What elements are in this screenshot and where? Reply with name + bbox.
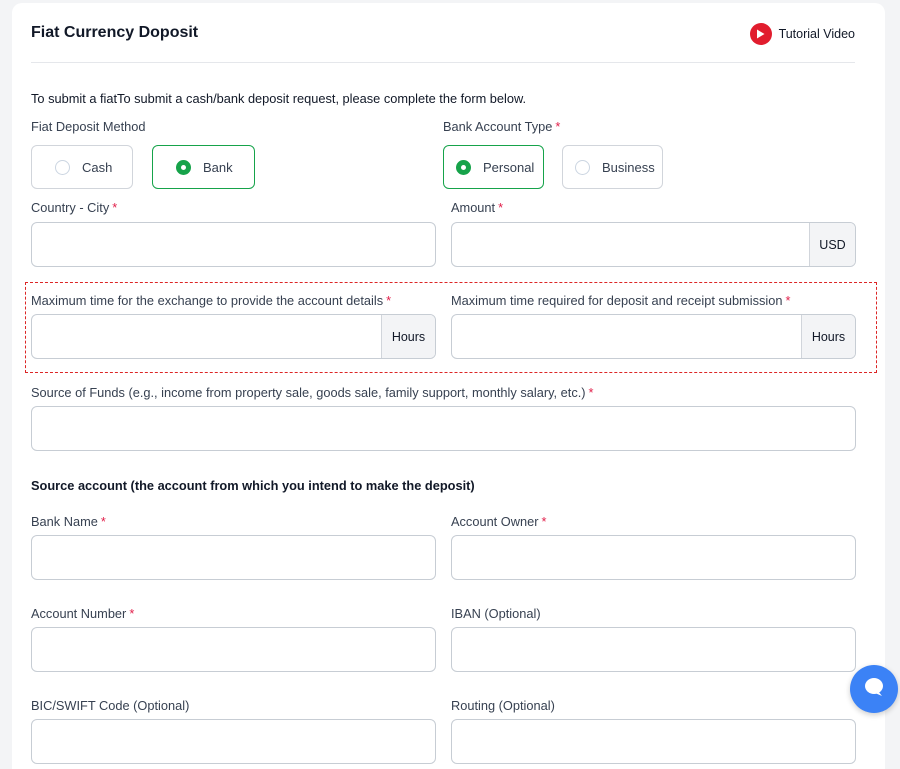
deposit-time-field: Hours	[451, 314, 856, 359]
amount-field: USD	[451, 222, 856, 267]
required-mark: *	[386, 293, 392, 308]
amount-input[interactable]	[452, 223, 855, 266]
bank-name-label-text: Bank Name	[31, 514, 98, 529]
currency-suffix: USD	[809, 223, 855, 266]
iban-label: IBAN (Optional)	[451, 606, 541, 621]
bank-name-field	[31, 535, 436, 580]
form-header: Fiat Currency Doposit Tutorial Video	[31, 23, 855, 63]
source-of-funds-label-text: Source of Funds (e.g., income from prope…	[31, 385, 586, 400]
required-mark: *	[541, 514, 547, 529]
required-mark: *	[100, 514, 106, 529]
amount-label-text: Amount	[451, 200, 496, 215]
account-number-label: Account Number *	[31, 606, 134, 621]
account-owner-field	[451, 535, 856, 580]
iban-field	[451, 627, 856, 672]
bank-name-input[interactable]	[32, 536, 435, 579]
source-account-heading: Source account (the account from which y…	[31, 478, 475, 493]
amount-label: Amount *	[451, 200, 503, 215]
radio-unselected-icon	[575, 159, 590, 175]
country-city-input[interactable]	[32, 223, 435, 266]
deposit-method-label-text: Fiat Deposit Method	[31, 119, 146, 134]
required-mark: *	[588, 385, 594, 400]
account-type-personal-option[interactable]: Personal	[443, 145, 544, 189]
radio-selected-icon	[176, 159, 191, 175]
required-mark: *	[785, 293, 791, 308]
account-owner-label: Account Owner *	[451, 514, 546, 529]
tutorial-video-label: Tutorial Video	[778, 27, 855, 41]
bic-swift-input[interactable]	[32, 720, 435, 763]
account-number-field	[31, 627, 436, 672]
deposit-time-label: Maximum time required for deposit and re…	[451, 293, 790, 308]
radio-unselected-icon	[55, 159, 70, 175]
business-option-label: Business	[602, 159, 655, 175]
bank-option-label: Bank	[203, 159, 233, 175]
required-mark: *	[112, 200, 118, 215]
routing-label-text: Routing (Optional)	[451, 698, 555, 713]
country-city-field	[31, 222, 436, 267]
deposit-method-bank-option[interactable]: Bank	[152, 145, 255, 189]
exchange-time-field: Hours	[31, 314, 436, 359]
cash-option-label: Cash	[82, 159, 113, 175]
deposit-time-label-text: Maximum time required for deposit and re…	[451, 293, 783, 308]
iban-input[interactable]	[452, 628, 855, 671]
personal-option-label: Personal	[483, 159, 535, 175]
account-type-label-text: Bank Account Type	[443, 119, 553, 134]
intro-text: To submit a fiatTo submit a cash/bank de…	[31, 91, 527, 106]
account-owner-label-text: Account Owner	[451, 514, 539, 529]
radio-selected-icon	[456, 159, 471, 175]
iban-label-text: IBAN (Optional)	[451, 606, 541, 621]
country-city-label-text: Country - City	[31, 200, 110, 215]
bic-swift-label-text: BIC/SWIFT Code (Optional)	[31, 698, 190, 713]
account-owner-input[interactable]	[452, 536, 855, 579]
deposit-method-label: Fiat Deposit Method	[31, 119, 146, 134]
source-of-funds-input[interactable]	[32, 407, 855, 450]
tutorial-video-link[interactable]: Tutorial Video	[749, 23, 855, 45]
exchange-time-label-text: Maximum time for the exchange to provide…	[31, 293, 384, 308]
page-title: Fiat Currency Doposit	[31, 24, 199, 41]
deposit-form-card: Fiat Currency Doposit Tutorial Video To …	[12, 3, 885, 769]
required-mark: *	[129, 606, 135, 621]
account-type-business-option[interactable]: Business	[562, 145, 663, 189]
source-of-funds-label: Source of Funds (e.g., income from prope…	[31, 385, 594, 400]
bic-swift-label: BIC/SWIFT Code (Optional)	[31, 698, 189, 713]
bic-swift-field	[31, 719, 436, 764]
source-of-funds-field	[31, 406, 856, 451]
routing-field	[451, 719, 856, 764]
required-mark: *	[498, 200, 504, 215]
required-mark: *	[555, 119, 561, 134]
routing-label: Routing (Optional)	[451, 698, 555, 713]
exchange-time-label: Maximum time for the exchange to provide…	[31, 293, 391, 308]
country-city-label: Country - City *	[31, 200, 117, 215]
account-number-input[interactable]	[32, 628, 435, 671]
hours-suffix: Hours	[381, 315, 435, 358]
exchange-time-input[interactable]	[32, 315, 435, 358]
account-type-label: Bank Account Type *	[443, 119, 560, 134]
youtube-play-icon	[749, 23, 772, 45]
account-number-label-text: Account Number	[31, 606, 127, 621]
bank-name-label: Bank Name *	[31, 514, 106, 529]
deposit-time-input[interactable]	[452, 315, 855, 358]
hours-suffix: Hours	[801, 315, 855, 358]
chat-bubble-icon	[863, 677, 885, 702]
routing-input[interactable]	[452, 720, 855, 763]
chat-button[interactable]	[850, 665, 898, 713]
deposit-method-cash-option[interactable]: Cash	[31, 145, 133, 189]
